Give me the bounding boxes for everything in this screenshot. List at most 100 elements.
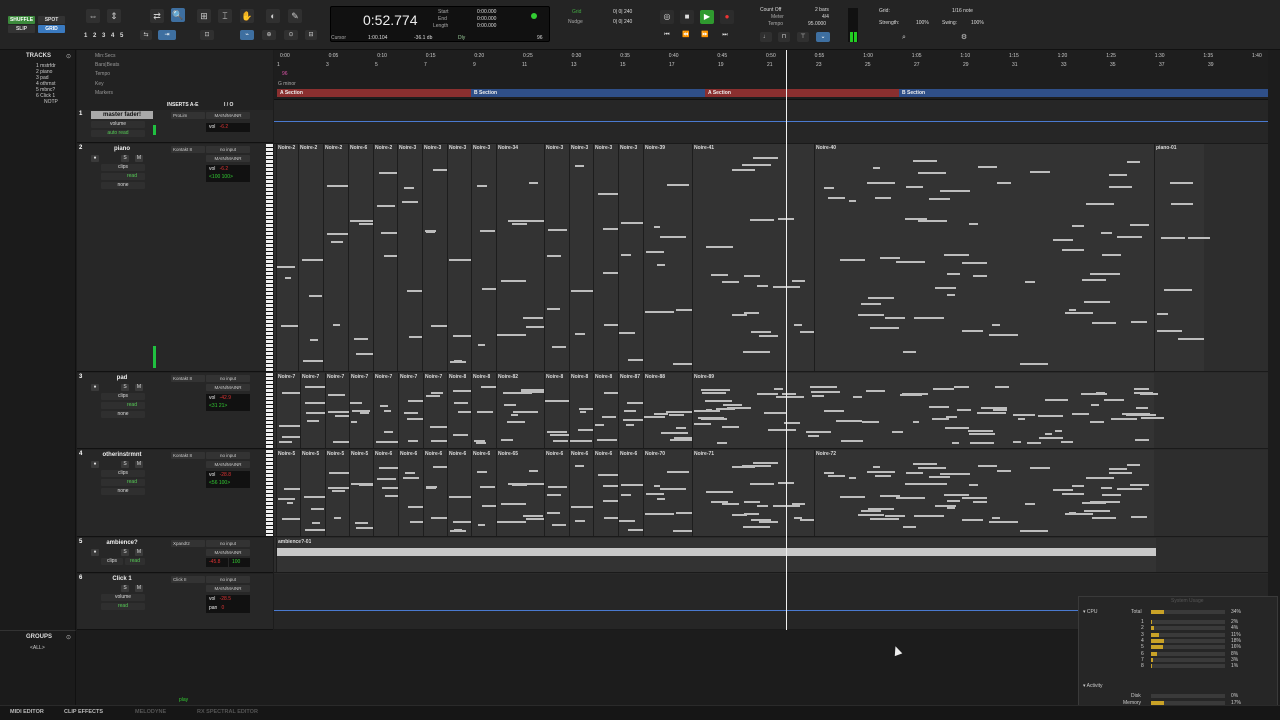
midi-note[interactable] <box>401 200 418 203</box>
zoom-preset-5[interactable]: 5 <box>120 33 123 39</box>
playlist-selector[interactable]: none <box>101 488 145 495</box>
midi-note[interactable] <box>940 190 971 193</box>
midi-note[interactable] <box>722 502 740 505</box>
midi-note[interactable] <box>1133 391 1153 394</box>
midi-note[interactable] <box>667 471 689 474</box>
midi-note[interactable] <box>748 350 770 353</box>
midi-note[interactable] <box>756 285 769 288</box>
midi-note[interactable] <box>928 198 950 201</box>
midi-note[interactable] <box>1055 429 1062 432</box>
midi-note[interactable] <box>868 297 895 300</box>
midi-note[interactable] <box>917 483 947 486</box>
midi-clip[interactable]: Noire-41 <box>692 144 819 371</box>
pan-readout[interactable]: 100 <box>229 558 250 567</box>
midi-note[interactable] <box>997 470 1012 473</box>
midi-note[interactable] <box>774 387 784 390</box>
midi-note[interactable] <box>1135 438 1149 441</box>
stop-button[interactable]: ■ <box>680 10 694 24</box>
midi-clip[interactable]: Noire-7 <box>300 373 334 448</box>
midi-note[interactable] <box>731 313 747 316</box>
midi-note[interactable] <box>1129 224 1150 227</box>
midi-note[interactable] <box>426 486 436 489</box>
midi-note[interactable] <box>977 411 1007 414</box>
midi-note[interactable] <box>574 464 585 467</box>
midi-note[interactable] <box>884 514 906 517</box>
midi-note[interactable] <box>383 410 391 412</box>
midi-note[interactable] <box>518 219 545 222</box>
midi-clip[interactable]: Noire-7 <box>349 373 373 448</box>
midi-note[interactable] <box>307 420 319 423</box>
midi-note[interactable] <box>512 223 528 226</box>
pan-readout[interactable]: <31 21> <box>206 402 250 411</box>
midi-note[interactable] <box>1018 417 1025 420</box>
zoom-out-icon[interactable]: ⇔ <box>86 9 100 23</box>
midi-clip[interactable]: Noire-3 <box>544 144 569 371</box>
midi-note[interactable] <box>425 395 441 398</box>
solo-button[interactable]: S <box>121 155 129 162</box>
midi-note[interactable] <box>579 410 586 413</box>
track-header-ambience[interactable]: 5 ambience? ● S M clips read Xpand!2 no … <box>77 538 273 573</box>
solo-button[interactable]: S <box>121 384 129 391</box>
midi-note[interactable] <box>506 420 525 423</box>
midi-note[interactable] <box>1062 492 1085 495</box>
midi-note[interactable] <box>711 500 729 503</box>
piano-lane[interactable]: Noire-2 Noire-2 Noire-2 Noire-6 Noire-2 Noire… <box>266 144 1268 372</box>
midi-note[interactable] <box>326 233 350 236</box>
midi-note[interactable] <box>947 293 955 296</box>
midi-note[interactable] <box>430 391 444 394</box>
midi-note[interactable] <box>501 279 527 282</box>
midi-note[interactable] <box>327 394 345 397</box>
midi-note[interactable] <box>961 496 988 499</box>
midi-clip[interactable]: Noire-65 <box>496 450 549 536</box>
activity-section-label[interactable]: ▾ Activity <box>1083 683 1102 689</box>
midi-note[interactable] <box>1100 487 1112 490</box>
midi-clip[interactable]: Noire-40 <box>814 144 1154 371</box>
midi-note[interactable] <box>693 423 712 426</box>
midi-note[interactable] <box>953 386 970 389</box>
midi-note[interactable] <box>660 431 689 434</box>
midi-note[interactable] <box>665 411 694 414</box>
automation-mode[interactable]: read <box>101 603 145 610</box>
midi-note[interactable] <box>304 495 326 498</box>
midi-note[interactable] <box>575 333 586 336</box>
track-header-otherinstrmnt[interactable]: 4 otherinstrmnt ● S M clips dyn read non… <box>77 450 273 537</box>
midi-note[interactable] <box>475 441 486 444</box>
marker-a-section[interactable]: A Section <box>277 89 471 97</box>
gear-icon[interactable]: ⚙ <box>958 32 970 44</box>
midi-note[interactable] <box>962 330 983 333</box>
midi-note[interactable] <box>1012 440 1022 443</box>
length-value[interactable]: 0:00.000 <box>477 23 496 29</box>
trim-tool-icon[interactable]: ⊞ <box>197 9 211 23</box>
midi-clip[interactable]: Noire-5 <box>325 450 352 536</box>
midi-note[interactable] <box>379 405 389 408</box>
mute-button[interactable]: M <box>135 155 143 162</box>
automation-mode[interactable]: read <box>125 558 145 565</box>
midi-clip[interactable]: Noire-3 <box>447 144 479 371</box>
midi-note[interactable] <box>620 494 631 497</box>
vol-value[interactable]: -45.8 <box>206 558 228 567</box>
midi-note[interactable] <box>653 226 660 229</box>
midi-clip[interactable]: ambience?-01 <box>276 538 1156 572</box>
midi-note[interactable] <box>1053 238 1074 241</box>
midi-note[interactable] <box>906 471 924 474</box>
midi-note[interactable] <box>809 386 838 389</box>
midi-note[interactable] <box>305 529 326 532</box>
midi-note[interactable] <box>1170 202 1194 205</box>
midi-note[interactable] <box>749 482 774 485</box>
midi-note[interactable] <box>332 324 341 327</box>
midi-note[interactable] <box>528 470 539 473</box>
midi-note[interactable] <box>1089 273 1120 276</box>
output-selector[interactable]: MAIN/MAINR <box>206 461 250 468</box>
midi-note[interactable] <box>918 467 947 470</box>
midi-note[interactable] <box>1081 392 1107 395</box>
tab-midi-editor[interactable]: MIDI EDITOR <box>10 709 44 715</box>
marker-a-section[interactable]: A Section <box>705 89 899 97</box>
track-header-click[interactable]: 6 Click 1 S M volume read Click II no in… <box>77 574 273 630</box>
midi-note[interactable] <box>657 264 666 267</box>
midi-note[interactable] <box>1026 441 1042 444</box>
track-header-piano[interactable]: 2 piano ● S M clips dyn read none Kontak… <box>77 144 273 372</box>
midi-note[interactable] <box>1140 417 1164 420</box>
midi-clip[interactable]: Noire-8 <box>593 373 628 448</box>
midi-note[interactable] <box>1131 516 1147 519</box>
midi-note[interactable] <box>840 259 865 262</box>
